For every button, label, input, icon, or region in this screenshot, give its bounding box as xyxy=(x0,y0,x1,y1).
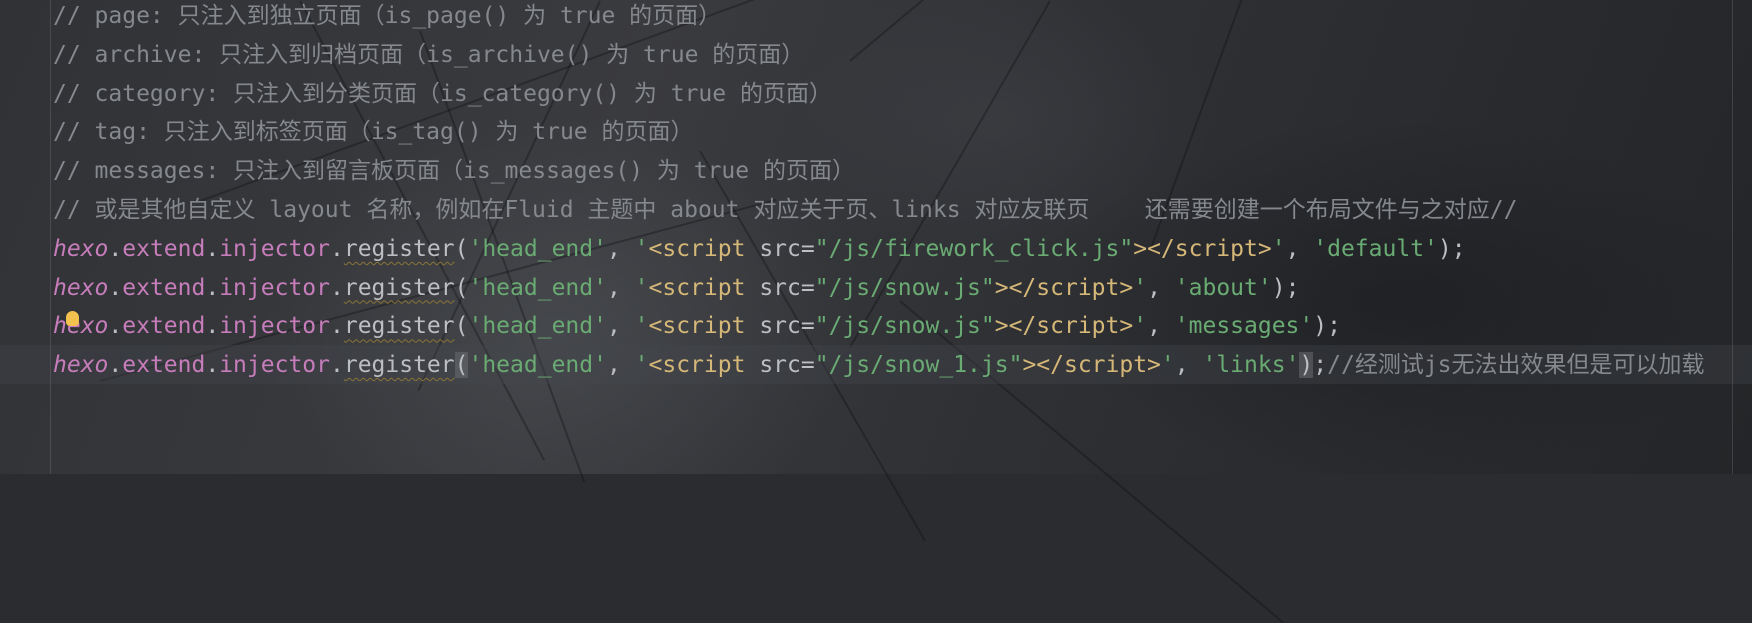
code-token-prop: injector xyxy=(219,352,330,379)
code-token-kw-obj: hexo xyxy=(53,274,109,301)
code-token-punc: , xyxy=(606,235,635,262)
right-margin-guide xyxy=(1732,0,1733,474)
code-token-tag: <script xyxy=(648,313,746,340)
code-token-prop: extend xyxy=(122,313,206,340)
code-token-punc: . xyxy=(205,352,220,379)
code-line[interactable]: hexo.extend.injector.register('head_end'… xyxy=(53,269,1705,308)
code-token-str: ' xyxy=(1133,274,1148,301)
code-token-punc: ) xyxy=(1299,352,1314,379)
code-token-tag: <script xyxy=(648,235,746,262)
code-token-punc: , xyxy=(606,274,635,301)
code-token-attr: src= xyxy=(745,274,815,301)
code-token-fn: register xyxy=(343,235,455,262)
code-token-punc: , xyxy=(1147,274,1175,301)
code-token-punc: . xyxy=(108,274,123,301)
code-token-punc: ( xyxy=(454,274,469,301)
code-token-str: 'head_end' xyxy=(468,235,607,262)
code-token-punc: . xyxy=(205,313,220,340)
code-token-punc: . xyxy=(329,274,344,301)
code-token-prop: extend xyxy=(122,274,206,301)
code-token-str: "/js/snow.js" xyxy=(814,274,995,301)
code-token-punc: . xyxy=(329,235,344,262)
code-token-attr: src= xyxy=(745,352,815,379)
code-token-punc: . xyxy=(108,352,123,379)
code-token-punc: , xyxy=(606,313,635,340)
code-token-punc: ( xyxy=(454,352,469,379)
code-token-tag: <script xyxy=(648,352,746,379)
code-token-str: 'head_end' xyxy=(468,313,607,340)
code-line[interactable]: hexo.extend.injector.register('head_end'… xyxy=(53,230,1705,269)
code-token-comment: //经测试js无法出效果但是可以加载 xyxy=(1327,352,1705,379)
code-token-tag: <script xyxy=(648,274,746,301)
lightbulb-icon[interactable] xyxy=(66,311,79,326)
code-token-punc: ( xyxy=(454,235,469,262)
code-token-kw-obj: hexo xyxy=(53,235,109,262)
code-token-punc: . xyxy=(108,235,123,262)
code-line[interactable]: // page: 只注入到独立页面（is_page() 为 true 的页面） xyxy=(53,0,1705,36)
code-token-prop: extend xyxy=(122,352,206,379)
code-line[interactable]: // archive: 只注入到归档页面（is_archive() 为 true… xyxy=(53,36,1705,75)
code-token-punc: . xyxy=(205,274,220,301)
code-token-punc: , xyxy=(1285,235,1314,262)
code-token-str: 'head_end' xyxy=(468,274,607,301)
code-line[interactable]: hexo.extend.injector.register('head_end'… xyxy=(53,307,1705,346)
code-editor[interactable]: // page: 只注入到独立页面（is_page() 为 true 的页面） /… xyxy=(53,0,1705,385)
code-token-str: ' xyxy=(634,235,649,262)
code-token-str: ' xyxy=(1160,352,1175,379)
code-token-comment: // tag: 只注入到标签页面（is_tag() 为 true 的页面） xyxy=(53,119,694,146)
code-token-kw-obj: hexo xyxy=(53,313,109,340)
code-line[interactable]: // 或是其他自定义 layout 名称，例如在Fluid 主题中 about … xyxy=(53,191,1705,230)
code-token-punc: . xyxy=(108,313,123,340)
code-token-str: "/js/snow.js" xyxy=(814,313,995,340)
code-token-tag: ></script> xyxy=(1133,235,1272,262)
code-token-prop: injector xyxy=(219,274,330,301)
code-line[interactable]: // tag: 只注入到标签页面（is_tag() 为 true 的页面） xyxy=(53,113,1705,152)
code-token-attr: src= xyxy=(745,313,815,340)
code-token-punc: ); xyxy=(1313,313,1341,340)
code-token-str: ' xyxy=(634,274,649,301)
code-token-punc: ); xyxy=(1437,235,1466,262)
code-token-prop: injector xyxy=(219,235,330,262)
code-token-str: 'about' xyxy=(1174,274,1272,301)
code-token-prop: extend xyxy=(122,235,206,262)
code-token-str: ' xyxy=(1271,235,1286,262)
code-token-tag: ></script> xyxy=(994,274,1134,301)
code-line[interactable]: hexo.extend.injector.register('head_end'… xyxy=(53,346,1705,385)
code-token-punc: ; xyxy=(1313,352,1328,379)
code-token-str: ' xyxy=(634,313,649,340)
code-token-str: 'messages' xyxy=(1174,313,1314,340)
code-token-punc: . xyxy=(329,313,344,340)
code-token-fn: register xyxy=(343,352,455,379)
code-token-str: 'head_end' xyxy=(468,352,607,379)
code-token-tag: ></script> xyxy=(994,313,1134,340)
code-token-comment: // 或是其他自定义 layout 名称，例如在Fluid 主题中 about … xyxy=(53,196,1518,223)
code-token-punc: , xyxy=(1174,352,1203,379)
code-token-punc: , xyxy=(606,352,635,379)
code-token-prop: injector xyxy=(219,313,330,340)
code-token-str: ' xyxy=(1133,313,1148,340)
code-line[interactable]: // messages: 只注入到留言板页面（is_messages() 为 t… xyxy=(53,152,1705,191)
code-token-punc: ); xyxy=(1271,274,1300,301)
code-token-punc: , xyxy=(1147,313,1175,340)
code-token-comment: // archive: 只注入到归档页面（is_archive() 为 true… xyxy=(53,41,805,68)
code-token-str: 'links' xyxy=(1202,352,1300,379)
code-token-str: 'default' xyxy=(1313,235,1438,262)
gutter-divider xyxy=(50,0,51,474)
code-token-str: "/js/snow_1.js" xyxy=(814,352,1023,379)
code-token-fn: register xyxy=(343,313,455,340)
code-token-comment: // page: 只注入到独立页面（is_page() 为 true 的页面） xyxy=(53,3,722,29)
code-token-punc: ( xyxy=(454,313,469,340)
code-token-fn: register xyxy=(343,274,455,301)
code-token-comment: // messages: 只注入到留言板页面（is_messages() 为 t… xyxy=(53,158,855,185)
code-token-str: ' xyxy=(634,352,649,379)
code-token-punc: . xyxy=(329,352,344,379)
code-token-kw-obj: hexo xyxy=(53,352,109,379)
code-line[interactable]: // category: 只注入到分类页面（is_category() 为 tr… xyxy=(53,75,1705,114)
code-token-tag: ></script> xyxy=(1022,352,1161,379)
code-token-comment: // category: 只注入到分类页面（is_category() 为 tr… xyxy=(53,80,832,107)
code-token-punc: . xyxy=(205,235,220,262)
code-token-str: "/js/firework_click.js" xyxy=(814,235,1134,262)
code-token-attr: src= xyxy=(745,235,815,262)
